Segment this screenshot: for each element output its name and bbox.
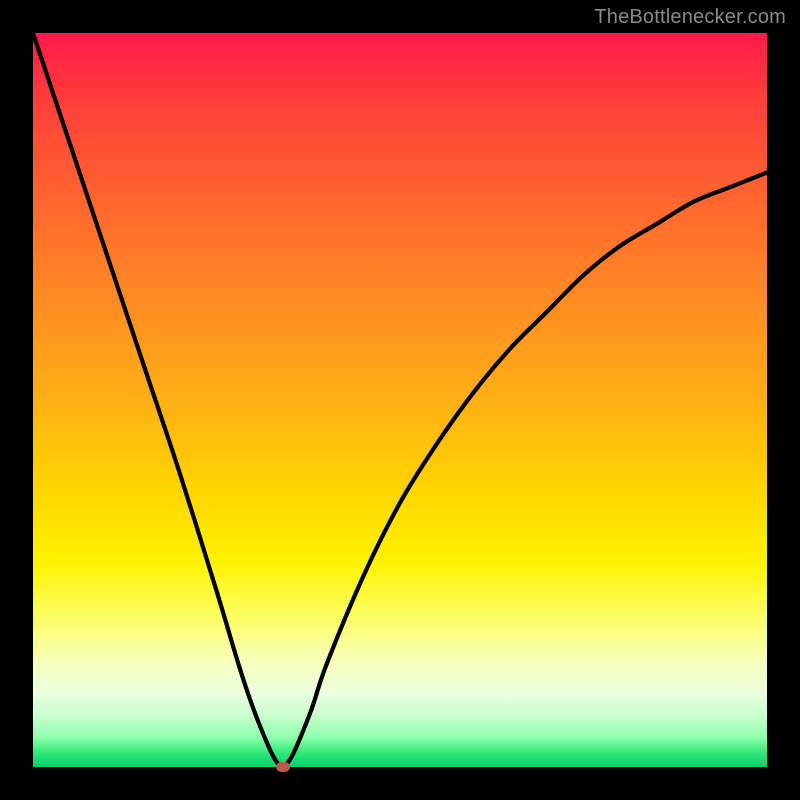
optimum-marker xyxy=(276,762,290,772)
bottleneck-curve xyxy=(33,33,767,767)
chart-frame: TheBottlenecker.com xyxy=(0,0,800,800)
watermark-text: TheBottlenecker.com xyxy=(594,6,786,29)
plot-area xyxy=(33,33,767,767)
